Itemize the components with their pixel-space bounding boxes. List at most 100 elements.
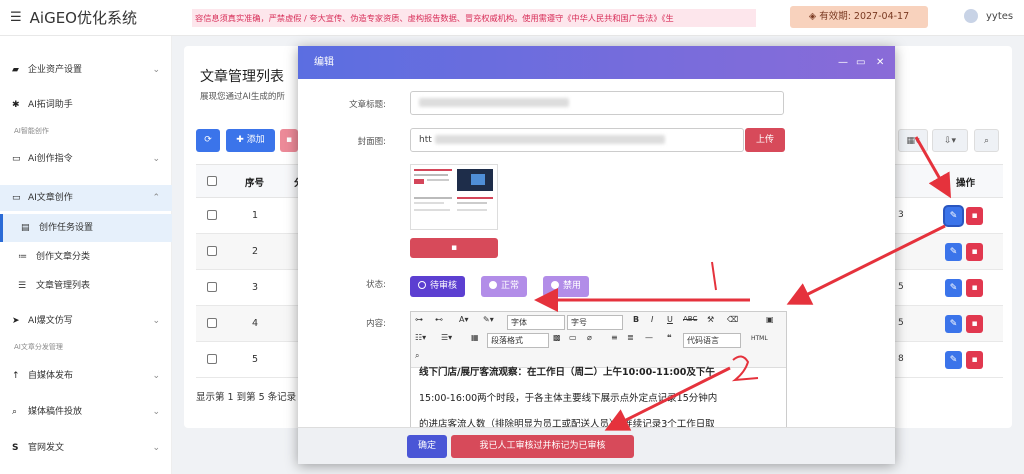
status-normal[interactable]: 正常 <box>481 276 528 297</box>
content-line: 15:00-16:00两个时段，于各主体主要线下展示点外定点记录15分钟内 <box>419 393 718 404</box>
font-family-select[interactable]: 字体 <box>507 315 565 330</box>
edit-button[interactable]: ✎ <box>945 207 962 225</box>
confirm-button[interactable]: 确定 <box>407 435 447 458</box>
ordered-list-icon[interactable]: ☷▾ <box>415 333 426 342</box>
modal-header: 编辑 — ▭ ✕ <box>298 46 895 79</box>
row-checkbox[interactable] <box>207 246 217 256</box>
close-icon[interactable]: ✕ <box>876 46 884 79</box>
chevron-down-icon: ⌄ <box>152 443 160 453</box>
html-source-icon[interactable]: HTML <box>751 335 768 342</box>
preview-icon[interactable]: ⌕ <box>415 351 419 361</box>
trash-icon: ▪ <box>971 283 978 293</box>
edit-button[interactable]: ✎ <box>945 351 962 369</box>
sidebar-item-press[interactable]: ⌕ 媒体稿件投放 ⌄ <box>0 401 172 423</box>
video-icon[interactable]: ▭ <box>569 333 577 342</box>
paragraph-select[interactable]: 段落格式 <box>487 333 549 348</box>
upload-button[interactable]: 上传 <box>745 128 785 152</box>
edit-button[interactable]: ✎ <box>945 315 962 333</box>
delete-button[interactable]: ▪ <box>966 207 983 225</box>
search-icon: ⌕ <box>12 407 18 417</box>
select-all-checkbox[interactable] <box>207 176 217 186</box>
editor-toolbar: ⊶ ⊷ A▾ ✎▾ 字体 字号 B I U ABC ⚒ ⌫ ▣ ☷▾ ☰▾ ▦ … <box>411 312 786 368</box>
eraser-icon[interactable]: ⌫ <box>727 315 738 324</box>
remove-cover-button[interactable]: ▪ <box>410 238 498 258</box>
maximize-icon[interactable]: ▭ <box>856 46 865 79</box>
sidebar-subitem-article-list[interactable]: ☰ 文章管理列表 <box>0 272 172 300</box>
content-label: 内容: <box>366 319 386 329</box>
chevron-down-icon: ⌄ <box>152 316 160 326</box>
unlink-icon[interactable]: ⊷ <box>435 315 443 324</box>
unordered-list-icon[interactable]: ☰▾ <box>441 333 452 342</box>
status-disabled[interactable]: 禁用 <box>543 276 590 297</box>
font-color-icon[interactable]: A▾ <box>459 315 469 324</box>
row-checkbox[interactable] <box>207 354 217 364</box>
sidebar-item-commands[interactable]: ▭ Ai创作指令 ⌄ <box>0 148 172 170</box>
cover-thumbnail[interactable] <box>410 164 498 230</box>
fullscreen-icon[interactable]: ▣ <box>766 315 774 324</box>
link-icon[interactable]: ⊶ <box>415 315 423 324</box>
delete-button[interactable]: ▪ <box>966 279 983 297</box>
delete-button[interactable]: ▪ <box>966 315 983 333</box>
shield-icon: ◈ <box>808 11 817 22</box>
s-icon: S <box>12 443 19 453</box>
highlight-icon[interactable]: ✎▾ <box>483 315 494 324</box>
font-size-select[interactable]: 字号 <box>567 315 623 330</box>
sidebar: ▰ 企业资产设置 ⌄ ✱ AI拓词助手 AI智能创作 ▭ Ai创作指令 ⌄ ▭ AI文章创作… <box>0 36 172 474</box>
sidebar-item-media-publish[interactable]: ↑ 自媒体发布 ⌄ <box>0 365 172 387</box>
top-bar: ☰ AiGEO优化系统 容信息须真实准确，严禁虚假 / 夸大宣传、伪造专家资质、… <box>0 0 1024 36</box>
user-name[interactable]: yytes <box>986 11 1013 22</box>
pencil-icon: ✎ <box>949 283 958 293</box>
edit-button[interactable]: ✎ <box>945 279 962 297</box>
table-icon[interactable]: ▦ <box>471 333 479 342</box>
doc-icon: ▤ <box>21 223 30 233</box>
folder-icon: ▭ <box>12 154 21 164</box>
title-input[interactable] <box>410 91 784 115</box>
italic-icon[interactable]: I <box>651 315 653 324</box>
row-checkbox[interactable] <box>207 318 217 328</box>
delete-button[interactable]: ▪ <box>966 243 983 261</box>
columns-button[interactable]: ▦▾ <box>898 129 928 152</box>
pencil-icon: ✎ <box>949 247 958 257</box>
sidebar-item-website[interactable]: S 官网发文 ⌄ <box>0 437 172 459</box>
sidebar-item-article-create[interactable]: ▭ AI文章创作 ⌃ <box>0 185 172 211</box>
search-toggle-button[interactable]: ⌕ <box>974 129 999 152</box>
strikethrough-icon[interactable]: ABC <box>683 315 697 323</box>
code-language-select[interactable]: 代码语言 <box>683 333 741 348</box>
mark-reviewed-button[interactable]: 我已人工审核过并标记为已审核 <box>451 435 634 458</box>
quote-icon[interactable]: ❝ <box>667 333 672 342</box>
status-pending[interactable]: 待审核 <box>410 276 466 297</box>
validity-date: 2027-04-17 <box>853 11 910 22</box>
underline-icon[interactable]: U <box>667 315 673 324</box>
hamburger-icon[interactable]: ☰ <box>10 10 22 25</box>
edit-button[interactable]: ✎ <box>945 243 962 261</box>
attachment-icon[interactable]: ⌀ <box>587 333 592 342</box>
pagination-info: 显示第 1 到第 5 条记录 <box>196 392 297 403</box>
sidebar-subitem-categories[interactable]: ≔ 创作文章分类 <box>0 243 172 271</box>
avatar[interactable] <box>964 9 978 23</box>
redacted-text <box>419 98 569 107</box>
status-label: 状态: <box>366 280 386 290</box>
delete-button[interactable]: ▪ <box>966 351 983 369</box>
export-button[interactable]: ⇩▾ <box>932 129 968 152</box>
sidebar-item-assets[interactable]: ▰ 企业资产设置 ⌄ <box>0 59 172 81</box>
minimize-icon[interactable]: — <box>838 46 848 79</box>
horizontal-rule-icon[interactable]: — <box>645 333 653 342</box>
refresh-button[interactable]: ⟳ <box>196 129 220 152</box>
cover-label: 封面图: <box>357 137 386 147</box>
sidebar-subitem-task-settings[interactable]: ▤ 创作任务设置 <box>0 214 172 242</box>
cover-input[interactable]: htt <box>410 128 744 152</box>
row-checkbox[interactable] <box>207 282 217 292</box>
sidebar-item-keywords[interactable]: ✱ AI拓词助手 <box>0 94 172 116</box>
align-left-icon[interactable]: ≡ <box>611 333 618 342</box>
user-menu[interactable]: yytes <box>964 9 1013 23</box>
app-title: AiGEO优化系统 <box>29 9 137 27</box>
format-painter-icon[interactable]: ⚒ <box>707 315 714 324</box>
sidebar-item-imitate[interactable]: ➤ AI爆文仿写 ⌄ <box>0 310 172 332</box>
row-checkbox[interactable] <box>207 210 217 220</box>
align-center-icon[interactable]: ≣ <box>627 333 634 342</box>
th-ops: 操作 <box>956 178 976 189</box>
batch-delete-button[interactable]: ▪ <box>280 129 298 152</box>
bold-icon[interactable]: B <box>633 315 639 324</box>
image-icon[interactable]: ▩ <box>553 333 561 342</box>
add-button[interactable]: ✚ 添加 <box>226 129 275 152</box>
